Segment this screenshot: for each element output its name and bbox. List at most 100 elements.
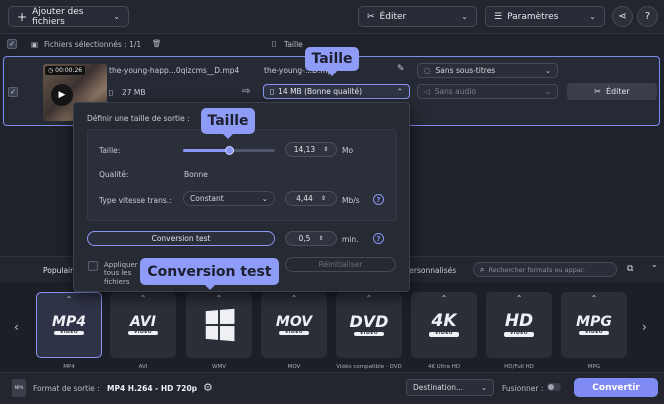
format-tile-hd[interactable]: ⌃ HD VIDEO: [486, 292, 552, 358]
edit-file-button[interactable]: ✂ Éditer: [567, 83, 657, 100]
subtitles-icon: ◌: [424, 66, 431, 75]
edit-menu-button[interactable]: ✂ Éditer ⌄: [358, 6, 477, 27]
audio-label: Sans audio: [434, 87, 476, 96]
quality-value: Bonne: [184, 170, 208, 179]
help-icon: ?: [644, 11, 651, 22]
convert-label: Convertir: [592, 382, 640, 393]
output-format-icon: MP4: [12, 379, 26, 397]
output-size-label: 14 MB (Bonne qualité): [278, 87, 362, 96]
share-icon: ⋖: [618, 11, 627, 22]
chevron-down-icon: ⌄: [461, 12, 468, 21]
format-tile-mpg[interactable]: ⌃ MPG VIDEO: [561, 292, 627, 358]
size-value: 14,13: [293, 145, 316, 154]
chevron-down-icon: ⌄: [544, 66, 551, 75]
test-conversion-label: Conversion test: [151, 234, 211, 243]
test-duration-unit: min.: [342, 235, 359, 244]
trash-icon[interactable]: 🗑: [152, 39, 162, 48]
chevron-up-icon: ⌃: [515, 294, 523, 303]
tools-icon: ✂: [594, 87, 601, 96]
share-button[interactable]: ⋖: [612, 6, 633, 27]
size-slider-handle[interactable]: [224, 146, 234, 155]
add-files-button[interactable]: + Ajouter des fichiers ⌄: [8, 6, 129, 27]
scroll-right-icon[interactable]: ›: [642, 320, 647, 334]
bitrate-help-icon[interactable]: ?: [373, 194, 384, 205]
test-duration-value: 0,5: [298, 234, 311, 243]
test-help-icon[interactable]: ?: [373, 233, 384, 244]
stepper-arrows-icon[interactable]: ⇕: [323, 146, 328, 153]
files-icon: ▣: [31, 40, 39, 49]
format-tile-dvd[interactable]: ⌃ DVD VIDEO: [336, 292, 402, 358]
top-toolbar: + Ajouter des fichiers ⌄ ✂ Éditer ⌄ ☰ Pa…: [0, 0, 664, 34]
bitrate-stepper[interactable]: 4,44 ⇕: [285, 191, 337, 206]
chevron-down-icon: ⌄: [113, 12, 120, 21]
stepper-arrows-icon[interactable]: ⇕: [318, 235, 323, 242]
size-label: Taille:: [99, 146, 121, 155]
help-button[interactable]: ?: [637, 6, 658, 27]
test-duration-stepper[interactable]: 0,5 ⇕: [285, 231, 337, 246]
source-size: 27 MB: [122, 88, 146, 97]
bitrate-type-dropdown[interactable]: Constant ⌄: [183, 191, 275, 206]
chevron-up-icon: ⌃: [290, 294, 298, 303]
search-placeholder: Rechercher formats ou appar.: [488, 265, 586, 274]
merge-toggle[interactable]: [547, 383, 561, 391]
mute-icon: ◁: [424, 87, 430, 96]
size-tooltip-top-text: Taille: [311, 51, 353, 67]
size-tooltip-popup: Taille: [201, 108, 255, 139]
add-files-label: Ajouter des fichiers: [32, 6, 84, 27]
format-tile-avi[interactable]: ⌃ AVI VIDEO: [110, 292, 176, 358]
gear-icon[interactable]: ⚙: [203, 381, 213, 394]
chevron-up-icon: ⌃: [139, 294, 147, 303]
size-settings-panel: [87, 129, 397, 221]
chevron-up-icon: ⌃: [65, 295, 73, 304]
device-detect-icon[interactable]: ⧉: [627, 264, 633, 274]
tab-custom[interactable]: Personnalisés: [405, 266, 456, 275]
reset-button[interactable]: Réinitialiser: [285, 257, 396, 272]
test-conversion-tooltip-text: Conversion test: [147, 263, 272, 280]
chevron-down-icon: ⌄: [261, 194, 268, 203]
select-all-checkbox[interactable]: ✓: [7, 39, 17, 49]
size-stepper[interactable]: 14,13 ⇕: [285, 142, 337, 157]
hd-logo-icon: HD VIDEO: [504, 311, 534, 337]
size-slider[interactable]: [183, 146, 275, 155]
subtitles-dropdown[interactable]: ◌ Sans sous-titres ⌄: [417, 63, 558, 78]
bitrate-type-label: Type vitesse trans.:: [99, 196, 172, 205]
test-conversion-button[interactable]: Conversion test: [87, 231, 275, 246]
duration-badge: ◷ 00:00:26: [45, 66, 86, 75]
file-icon: ▯: [109, 88, 114, 97]
rename-pencil-icon[interactable]: ✎: [397, 64, 405, 74]
format-tile-4k[interactable]: ⌃ 4K VIDEO: [411, 292, 477, 358]
search-icon: ⌕: [480, 264, 485, 274]
4k-logo-icon: 4K VIDEO: [429, 313, 459, 337]
reset-label: Réinitialiser: [318, 260, 363, 269]
format-gallery: ‹ › ⌃ MP4 VIDEO ⌃ AVI VIDEO ⌃ ⌃ MOV VIDEO ⌃…: [0, 282, 664, 372]
settings-button[interactable]: ☰ Paramètres ⌄: [485, 6, 605, 27]
tab-popular[interactable]: Populair: [43, 266, 73, 275]
apply-all-checkbox[interactable]: [88, 261, 98, 271]
scroll-left-icon[interactable]: ‹: [14, 320, 19, 334]
format-tile-mov[interactable]: ⌃ MOV VIDEO: [261, 292, 327, 358]
settings-label: Paramètres: [507, 11, 559, 22]
stepper-arrows-icon[interactable]: ⇕: [321, 195, 326, 202]
format-tile-wmv[interactable]: ⌃: [186, 292, 252, 358]
file-checkbox[interactable]: ✓: [8, 87, 18, 97]
chevron-up-icon: ⌃: [440, 294, 448, 303]
audio-dropdown[interactable]: ◁ Sans audio ⌄: [417, 84, 558, 99]
output-format-value: MP4 H.264 - HD 720p: [107, 384, 198, 393]
size-unit: Mo: [342, 146, 354, 155]
chevron-down-icon: ⌄: [480, 383, 487, 392]
subtitles-label: Sans sous-titres: [435, 66, 496, 75]
destination-button[interactable]: Destination... ⌄: [406, 379, 494, 396]
format-label-mpg: MPG: [587, 364, 601, 370]
play-button[interactable]: ▶: [51, 84, 73, 106]
chevron-up-icon: ⌃: [396, 87, 403, 96]
collapse-chevron-icon[interactable]: ⌄: [651, 260, 658, 269]
format-tile-mp4[interactable]: ⌃ MP4 VIDEO: [36, 292, 102, 358]
output-size-dropdown[interactable]: ▯ 14 MB (Bonne qualité) ⌃: [263, 84, 410, 99]
mpg-logo-icon: MPG VIDEO: [576, 313, 612, 336]
format-search-input[interactable]: ⌕ Rechercher formats ou appar.: [473, 262, 617, 277]
file-icon: ▯: [270, 87, 275, 96]
merge-label: Fusionner :: [502, 384, 544, 393]
output-format-label: Format de sortie :: [33, 384, 100, 393]
windows-logo-icon: [205, 308, 235, 342]
convert-button[interactable]: Convertir: [574, 378, 658, 397]
